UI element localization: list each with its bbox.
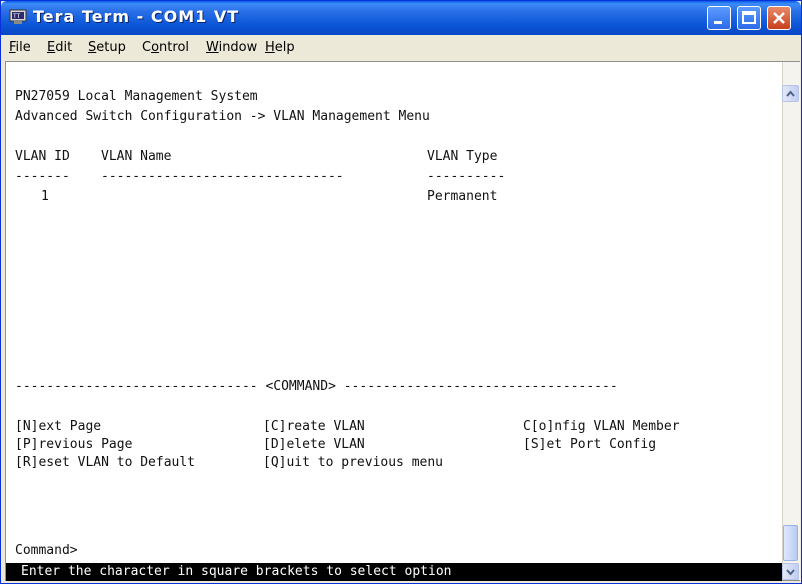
- cmd-next-page: [N]ext Page: [15, 419, 102, 434]
- cmd-reset-vlan: [R]eset VLAN to Default: [15, 455, 196, 470]
- terminal-window: TT Tera Term - COM1 VT File Edit Setup C…: [0, 0, 802, 584]
- header-vlan-name: VLAN Name: [101, 149, 172, 164]
- separator-vlan-type: ----------: [427, 169, 506, 184]
- minimize-button[interactable]: [707, 6, 731, 30]
- header-vlan-id: VLAN ID: [15, 149, 70, 164]
- table-row-1-id: 1: [41, 189, 49, 204]
- menu-edit[interactable]: Edit: [47, 40, 72, 55]
- breadcrumb: Advanced Switch Configuration -> VLAN Ma…: [15, 109, 430, 124]
- command-divider: ------------------------------- <COMMAND…: [15, 379, 618, 394]
- menu-control[interactable]: Control: [142, 40, 189, 55]
- table-row-1-type: Permanent: [427, 189, 498, 204]
- menu-file[interactable]: File: [9, 40, 31, 55]
- cmd-set-port-config: [S]et Port Config: [523, 437, 657, 452]
- minimize-icon: [714, 21, 722, 24]
- terminal-content: PN27059 Local Management System Advanced…: [15, 85, 781, 563]
- scroll-thumb[interactable]: [783, 525, 798, 561]
- title-bar[interactable]: TT Tera Term - COM1 VT: [1, 1, 801, 35]
- scroll-down-button[interactable]: [782, 563, 799, 580]
- menu-window[interactable]: Window: [206, 40, 257, 55]
- maximize-icon: [742, 11, 756, 24]
- svg-text:TT: TT: [13, 13, 21, 20]
- status-message: Enter the character in square brackets t…: [21, 564, 452, 579]
- chevron-up-icon: [786, 90, 795, 97]
- terminal-app-icon: TT: [9, 9, 27, 25]
- separator-vlan-name: -------------------------------: [101, 169, 344, 184]
- chevron-down-icon: [786, 569, 795, 576]
- separator-vlan-id: -------: [15, 169, 70, 184]
- menu-help[interactable]: Help: [265, 40, 295, 55]
- cmd-delete-vlan: [D]elete VLAN: [263, 437, 365, 452]
- scroll-up-button[interactable]: [782, 85, 799, 102]
- header-vlan-type: VLAN Type: [427, 149, 498, 164]
- maximize-button[interactable]: [737, 6, 761, 30]
- window-title: Tera Term - COM1 VT: [33, 7, 240, 26]
- cmd-config-vlan-member: C[o]nfig VLAN Member: [523, 419, 680, 434]
- vertical-scrollbar[interactable]: [782, 62, 800, 580]
- menu-setup[interactable]: Setup: [88, 40, 126, 55]
- command-prompt: Command>: [15, 543, 78, 558]
- cmd-previous-page: [P]revious Page: [15, 437, 133, 452]
- cmd-create-vlan: [C]reate VLAN: [263, 419, 365, 434]
- cmd-quit: [Q]uit to previous menu: [263, 455, 444, 470]
- close-icon: [773, 12, 785, 24]
- close-button[interactable]: [767, 6, 791, 30]
- system-title: PN27059 Local Management System: [15, 89, 258, 104]
- menu-bar: File Edit Setup Control Window Help: [5, 35, 799, 62]
